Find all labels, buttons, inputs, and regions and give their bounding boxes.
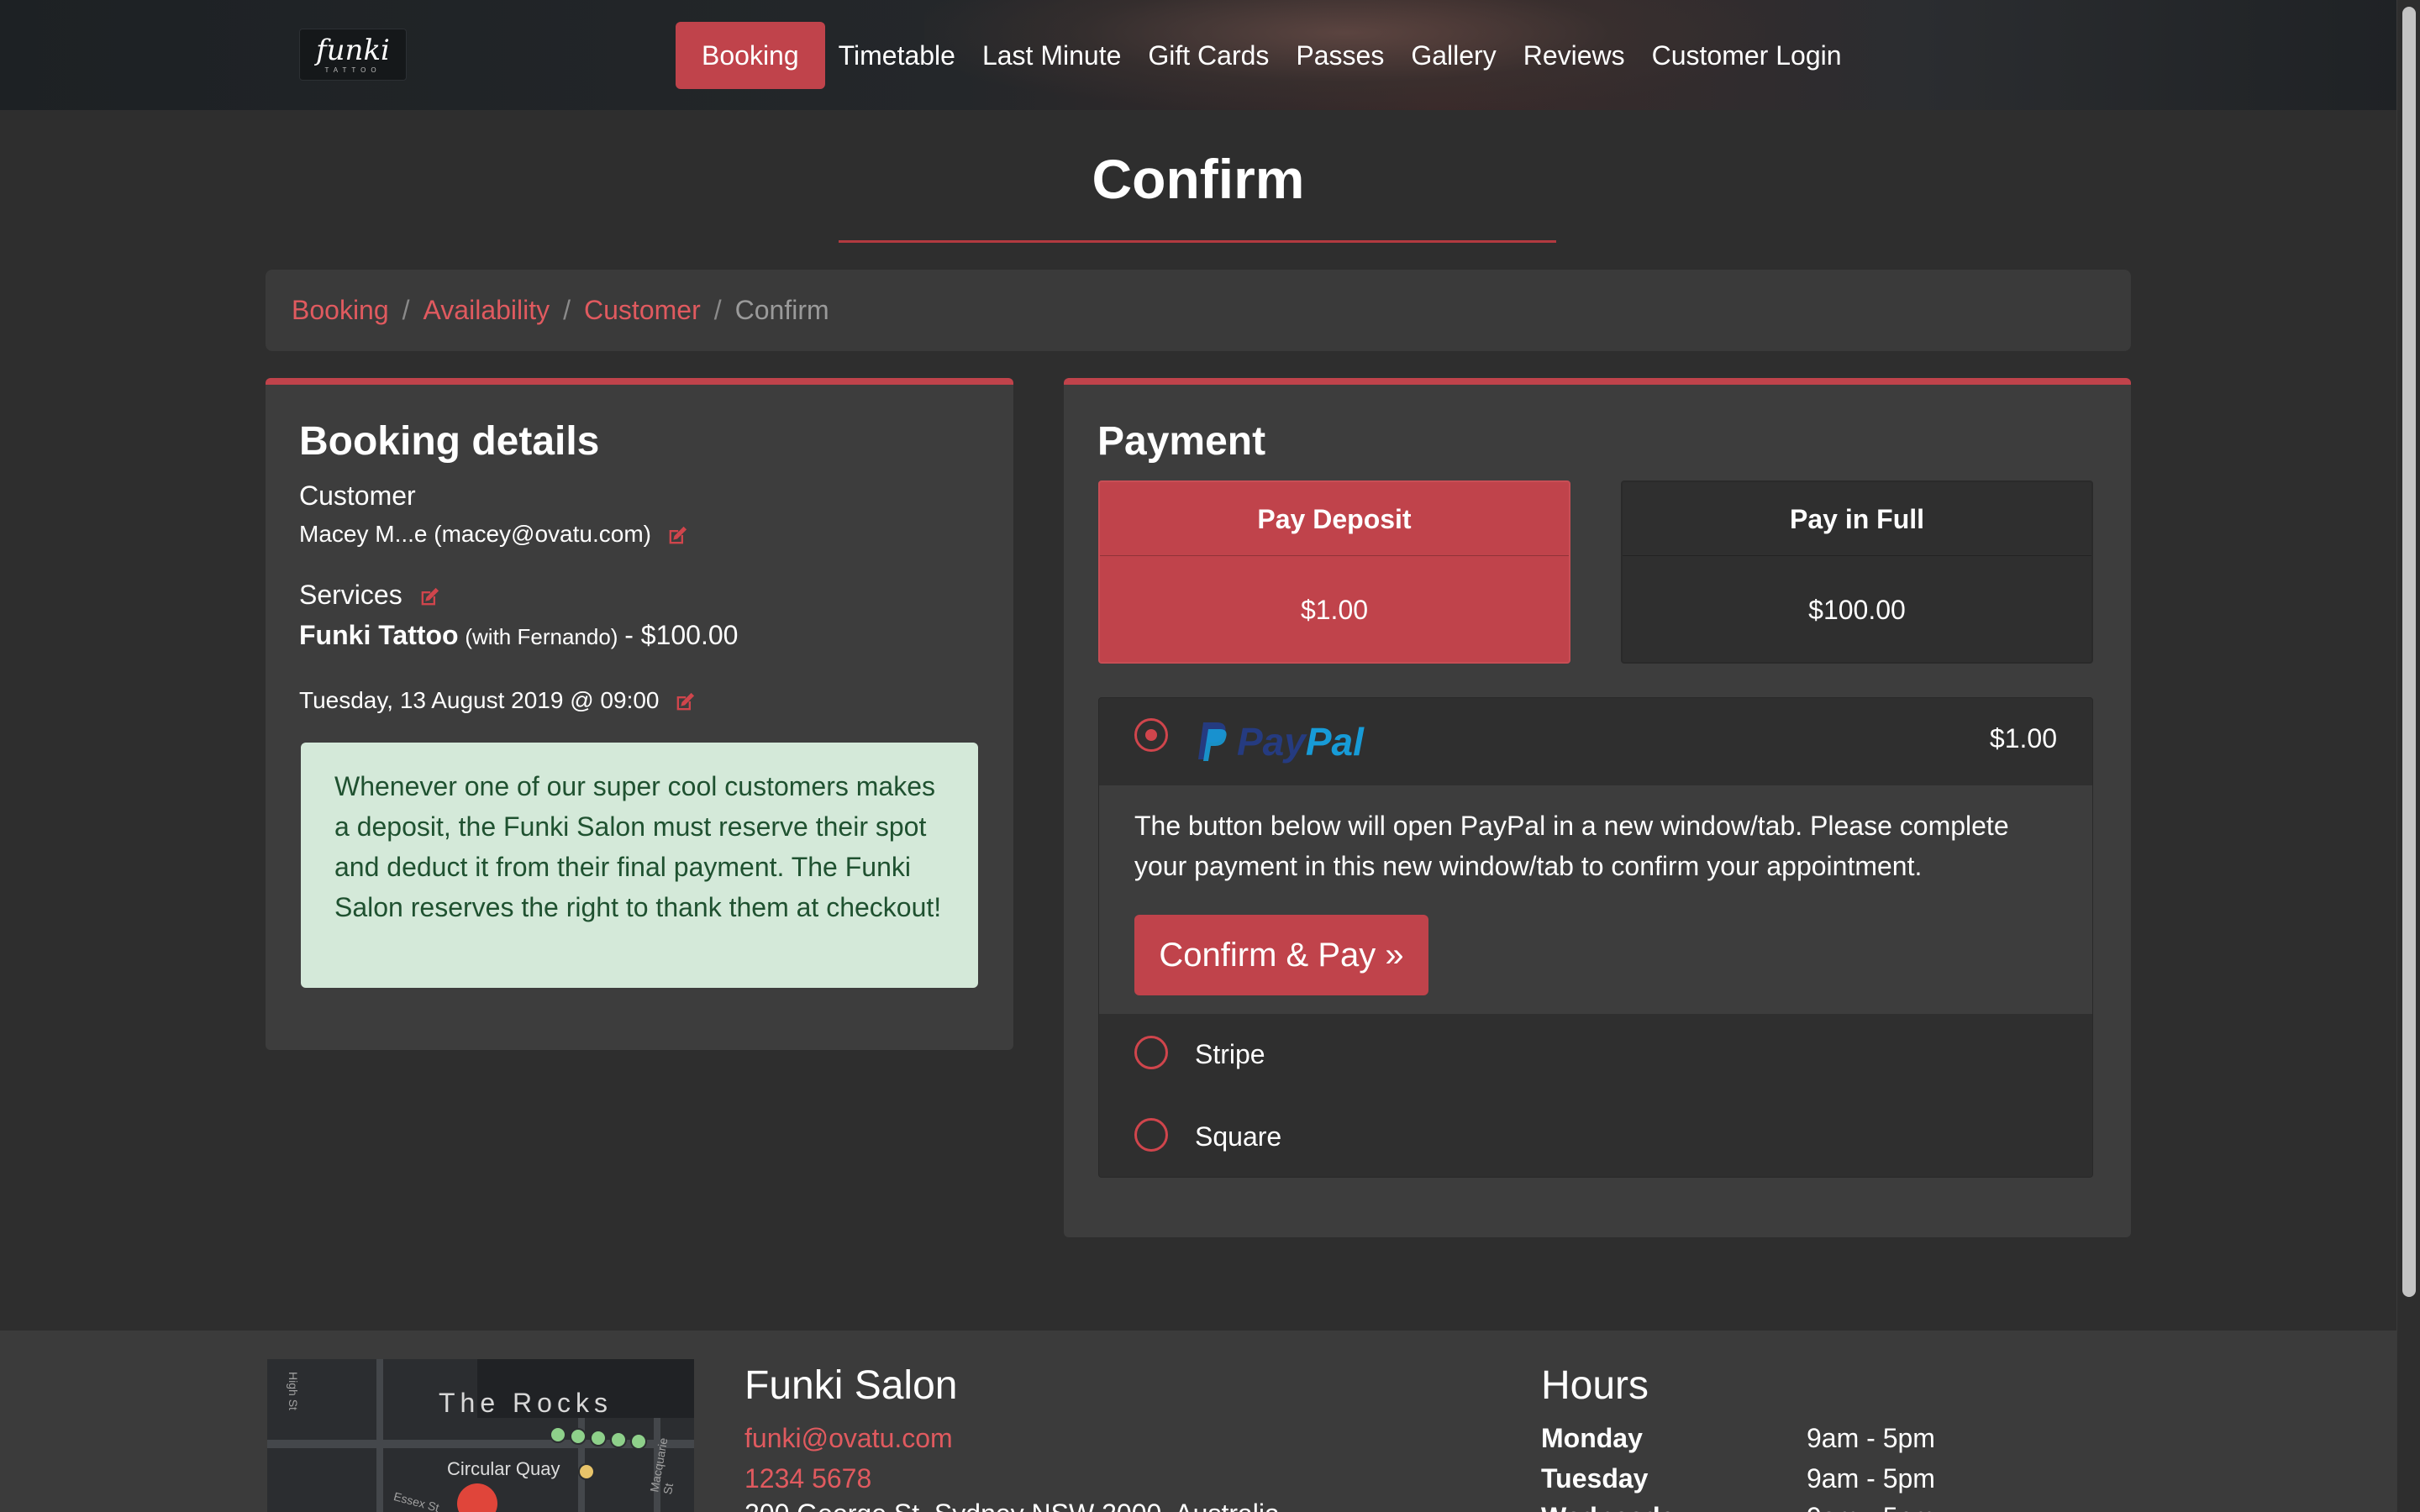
- train-marker-icon: [578, 1463, 595, 1480]
- hours-day: Wednesday: [1541, 1502, 1690, 1512]
- ferry-marker-icon: [610, 1431, 627, 1448]
- booking-details-card: Booking details Customer Macey M...e (ma…: [266, 378, 1013, 1050]
- map-road: [376, 1359, 383, 1512]
- payment-card: Payment Pay Deposit $1.00 Pay in Full $1…: [1064, 378, 2131, 1237]
- datetime-row: Tuesday, 13 August 2019 @ 09:00: [299, 687, 697, 714]
- nav-booking[interactable]: Booking: [676, 22, 825, 89]
- paypal-wordmark-pay: Pay: [1237, 720, 1306, 764]
- edit-services-icon[interactable]: [417, 585, 442, 609]
- pay-in-full-label: Pay in Full: [1623, 482, 2091, 556]
- nav-gallery[interactable]: Gallery: [1397, 22, 1509, 89]
- customer-value: Macey M...e (macey@ovatu.com): [299, 521, 651, 547]
- paypal-logo: PayPal: [1195, 718, 1364, 765]
- location-pin-icon: [449, 1475, 506, 1512]
- square-radio[interactable]: [1134, 1118, 1168, 1152]
- site-logo[interactable]: funki TATTOO: [299, 29, 407, 81]
- breadcrumb-separator: /: [563, 295, 571, 325]
- pay-in-full-amount: $100.00: [1808, 595, 1906, 625]
- appointment-datetime: Tuesday, 13 August 2019 @ 09:00: [299, 687, 660, 713]
- ferry-marker-icon: [550, 1426, 566, 1443]
- location-map[interactable]: The Rocks High St Macquarie St Essex St …: [267, 1359, 694, 1512]
- customer-row: Macey M...e (macey@ovatu.com): [299, 521, 690, 548]
- edit-datetime-icon[interactable]: [672, 690, 697, 714]
- service-line: Funki Tattoo (with Fernando) - $100.00: [299, 620, 738, 651]
- service-price: - $100.00: [624, 620, 739, 650]
- map-area-label: The Rocks: [439, 1388, 613, 1418]
- stripe-method-row[interactable]: Stripe: [1099, 1014, 2092, 1096]
- paypal-instructions: The button below will open PayPal in a n…: [1134, 811, 2009, 881]
- edit-customer-icon[interactable]: [665, 524, 690, 548]
- pay-deposit-option[interactable]: Pay Deposit $1.00: [1098, 480, 1570, 664]
- salon-address: 200 George St, Sydney NSW 2000, Australi…: [744, 1499, 1280, 1512]
- breadcrumb-separator: /: [402, 295, 410, 325]
- nav-customer-login[interactable]: Customer Login: [1639, 22, 1855, 89]
- square-method-row[interactable]: Square: [1099, 1096, 2092, 1179]
- page-title: Confirm: [1092, 148, 1305, 210]
- salon-email[interactable]: funki@ovatu.com: [744, 1423, 953, 1454]
- service-name: Funki Tattoo: [299, 620, 459, 650]
- breadcrumb-booking[interactable]: Booking: [292, 295, 389, 326]
- page-scrollbar[interactable]: [2396, 0, 2420, 1512]
- paypal-icon: [1198, 722, 1227, 761]
- breadcrumb-customer[interactable]: Customer: [584, 295, 701, 326]
- paypal-method-row[interactable]: PayPal $1.00: [1099, 698, 2092, 785]
- paypal-wordmark-pal: Pal: [1305, 720, 1364, 764]
- nav-last-minute[interactable]: Last Minute: [969, 22, 1134, 89]
- services-row: Services: [299, 580, 442, 611]
- ferry-marker-icon: [590, 1430, 607, 1446]
- payment-methods: PayPal $1.00 The button below will open …: [1098, 697, 2093, 1178]
- stripe-radio[interactable]: [1134, 1036, 1168, 1069]
- payment-heading: Payment: [1097, 419, 1266, 464]
- logo-subtext: TATTOO: [324, 66, 381, 74]
- paypal-panel: The button below will open PayPal in a n…: [1099, 785, 2092, 1014]
- services-label: Services: [299, 580, 402, 610]
- breadcrumb-confirm: Confirm: [734, 295, 829, 325]
- logo-wordmark: funki: [316, 33, 390, 67]
- ferry-marker-icon: [570, 1428, 587, 1445]
- nav-passes[interactable]: Passes: [1282, 22, 1397, 89]
- breadcrumb-separator: /: [713, 295, 722, 325]
- paypal-radio[interactable]: [1134, 718, 1168, 752]
- site-footer: The Rocks High St Macquarie St Essex St …: [0, 1331, 2396, 1512]
- hours-day: Tuesday: [1541, 1463, 1649, 1494]
- nav-reviews[interactable]: Reviews: [1510, 22, 1639, 89]
- square-label: Square: [1195, 1121, 1282, 1152]
- scrollbar-thumb[interactable]: [2402, 7, 2416, 1297]
- stripe-label: Stripe: [1195, 1039, 1265, 1069]
- nav-gift-cards[interactable]: Gift Cards: [1134, 22, 1282, 89]
- main-nav: Booking Timetable Last Minute Gift Cards…: [676, 22, 1855, 89]
- service-staff: (with Fernando): [465, 624, 618, 649]
- booking-details-heading: Booking details: [299, 419, 600, 464]
- map-station-label: Circular Quay: [447, 1458, 560, 1479]
- hours-time: 9am - 5pm: [1807, 1423, 1935, 1453]
- nav-timetable[interactable]: Timetable: [825, 22, 969, 89]
- salon-name: Funki Salon: [744, 1363, 958, 1408]
- paypal-wordmark: PayPal: [1237, 719, 1364, 764]
- hours-day: Monday: [1541, 1423, 1643, 1453]
- pay-in-full-option[interactable]: Pay in Full $100.00: [1621, 480, 2093, 664]
- title-divider: [839, 240, 1556, 243]
- ferry-marker-icon: [630, 1433, 647, 1450]
- deposit-notice: Whenever one of our super cool customers…: [301, 743, 978, 988]
- map-street-label: High St: [286, 1372, 300, 1410]
- site-header: funki TATTOO Booking Timetable Last Minu…: [0, 0, 2396, 110]
- hours-time: 9am - 5pm: [1807, 1502, 1935, 1512]
- breadcrumb: Booking / Availability / Customer / Conf…: [266, 270, 2131, 351]
- pay-deposit-label: Pay Deposit: [1100, 482, 1569, 556]
- salon-phone[interactable]: 1234 5678: [744, 1463, 871, 1494]
- pay-deposit-amount: $1.00: [1300, 595, 1369, 625]
- map-road: [578, 1410, 585, 1512]
- customer-label: Customer: [299, 480, 416, 511]
- paypal-amount: $1.00: [1989, 723, 2057, 753]
- hours-time: 9am - 5pm: [1807, 1463, 1935, 1494]
- hours-heading: Hours: [1541, 1363, 1649, 1408]
- map-street-label: Essex St: [392, 1489, 441, 1512]
- confirm-pay-button[interactable]: Confirm & Pay »: [1134, 915, 1428, 995]
- breadcrumb-availability[interactable]: Availability: [424, 295, 550, 326]
